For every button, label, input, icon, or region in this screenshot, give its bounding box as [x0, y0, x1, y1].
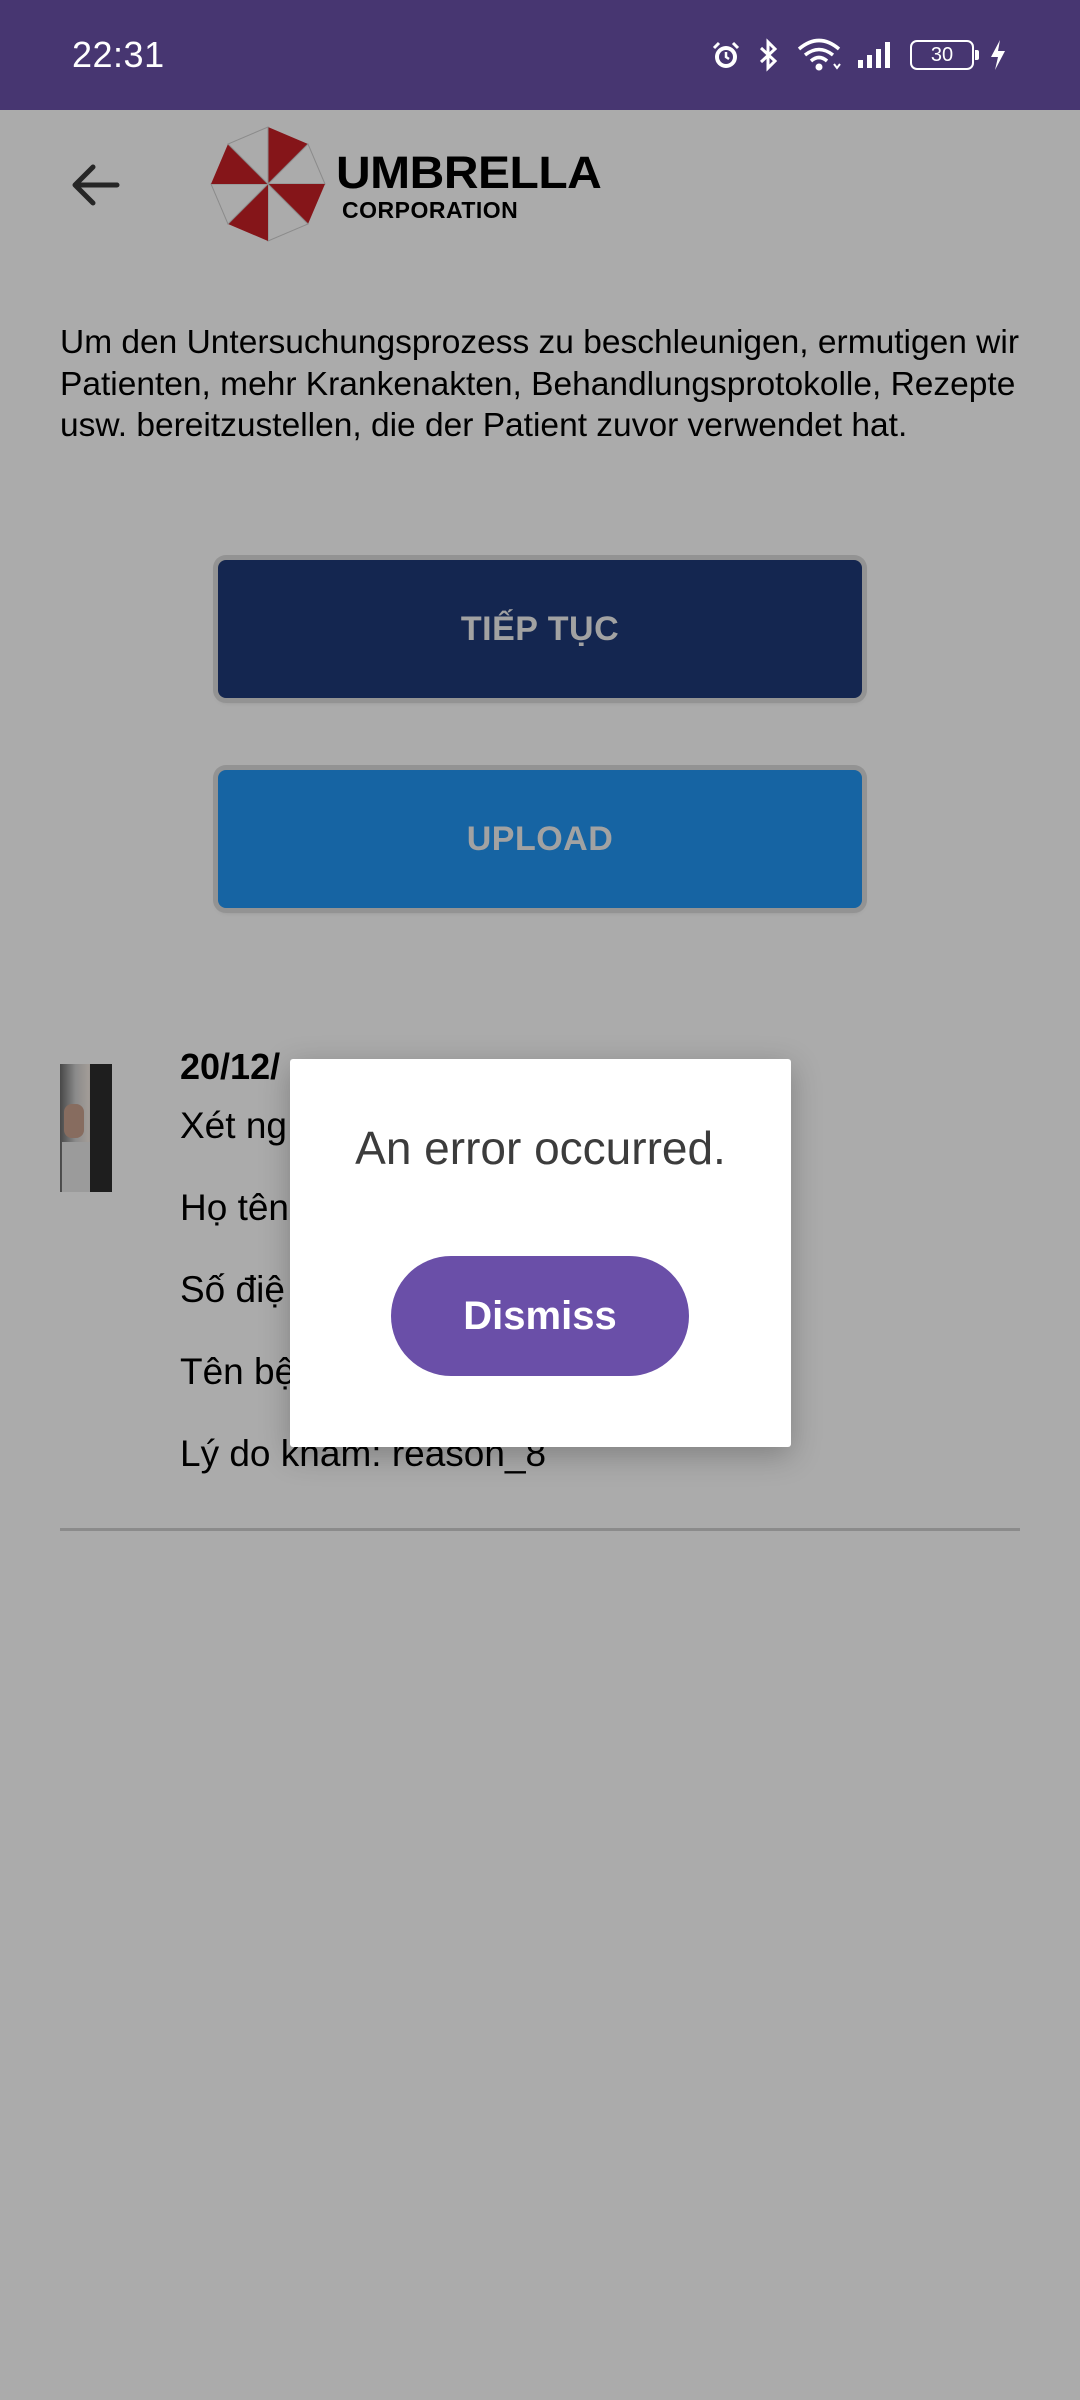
error-dialog: An error occurred. Dismiss: [290, 1059, 791, 1447]
error-message: An error occurred.: [355, 1122, 726, 1174]
signal-icon: [856, 40, 896, 70]
status-time: 22:31: [72, 34, 165, 75]
status-icons: 30: [710, 38, 1008, 72]
bluetooth-icon: [756, 38, 782, 72]
wifi-icon: [796, 38, 842, 72]
status-bar: 22:31 30: [0, 0, 1080, 110]
charging-icon: [988, 38, 1008, 72]
alarm-icon: [710, 39, 742, 71]
battery-icon: 30: [910, 40, 979, 70]
dismiss-button[interactable]: Dismiss: [391, 1256, 689, 1376]
